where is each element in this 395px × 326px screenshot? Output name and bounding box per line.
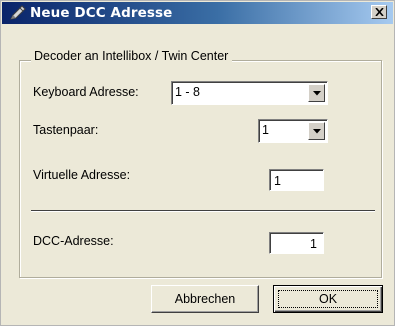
virtual-address-value: 1 [274,174,281,188]
separator-line [31,210,375,212]
dcc-address-value: 1 [310,237,317,251]
dcc-address-label: DCC-Adresse: [33,234,114,248]
chevron-down-icon [313,129,321,134]
tastenpaar-dropdown-button[interactable] [308,122,325,140]
close-icon [375,8,384,16]
dialog-window: Neue DCC Adresse Decoder an Intellibox /… [0,0,395,326]
cancel-button[interactable]: Abbrechen [151,285,259,313]
virtual-address-label: Virtuelle Adresse: [33,168,131,182]
tastenpaar-label: Tastenpaar: [33,123,99,137]
ok-button[interactable]: OK [273,285,383,313]
groupbox-legend: Decoder an Intellibox / Twin Center [31,49,233,63]
window-title: Neue DCC Adresse [30,5,173,21]
tastenpaar-value: 1 [262,123,269,137]
tastenpaar-dropdown[interactable]: 1 [258,119,328,143]
keyboard-address-dropdown[interactable]: 1 - 8 [171,81,328,105]
keyboard-address-label: Keyboard Adresse: [33,85,139,99]
dcc-address-input[interactable]: 1 [269,232,324,254]
keyboard-address-dropdown-button[interactable] [308,84,325,102]
focus-indicator [278,290,378,308]
virtual-address-input[interactable]: 1 [269,169,324,191]
pen-icon [9,5,27,21]
chevron-down-icon [313,91,321,96]
close-button[interactable] [371,5,387,19]
keyboard-address-value: 1 - 8 [175,85,201,99]
title-bar[interactable]: Neue DCC Adresse [2,2,393,24]
